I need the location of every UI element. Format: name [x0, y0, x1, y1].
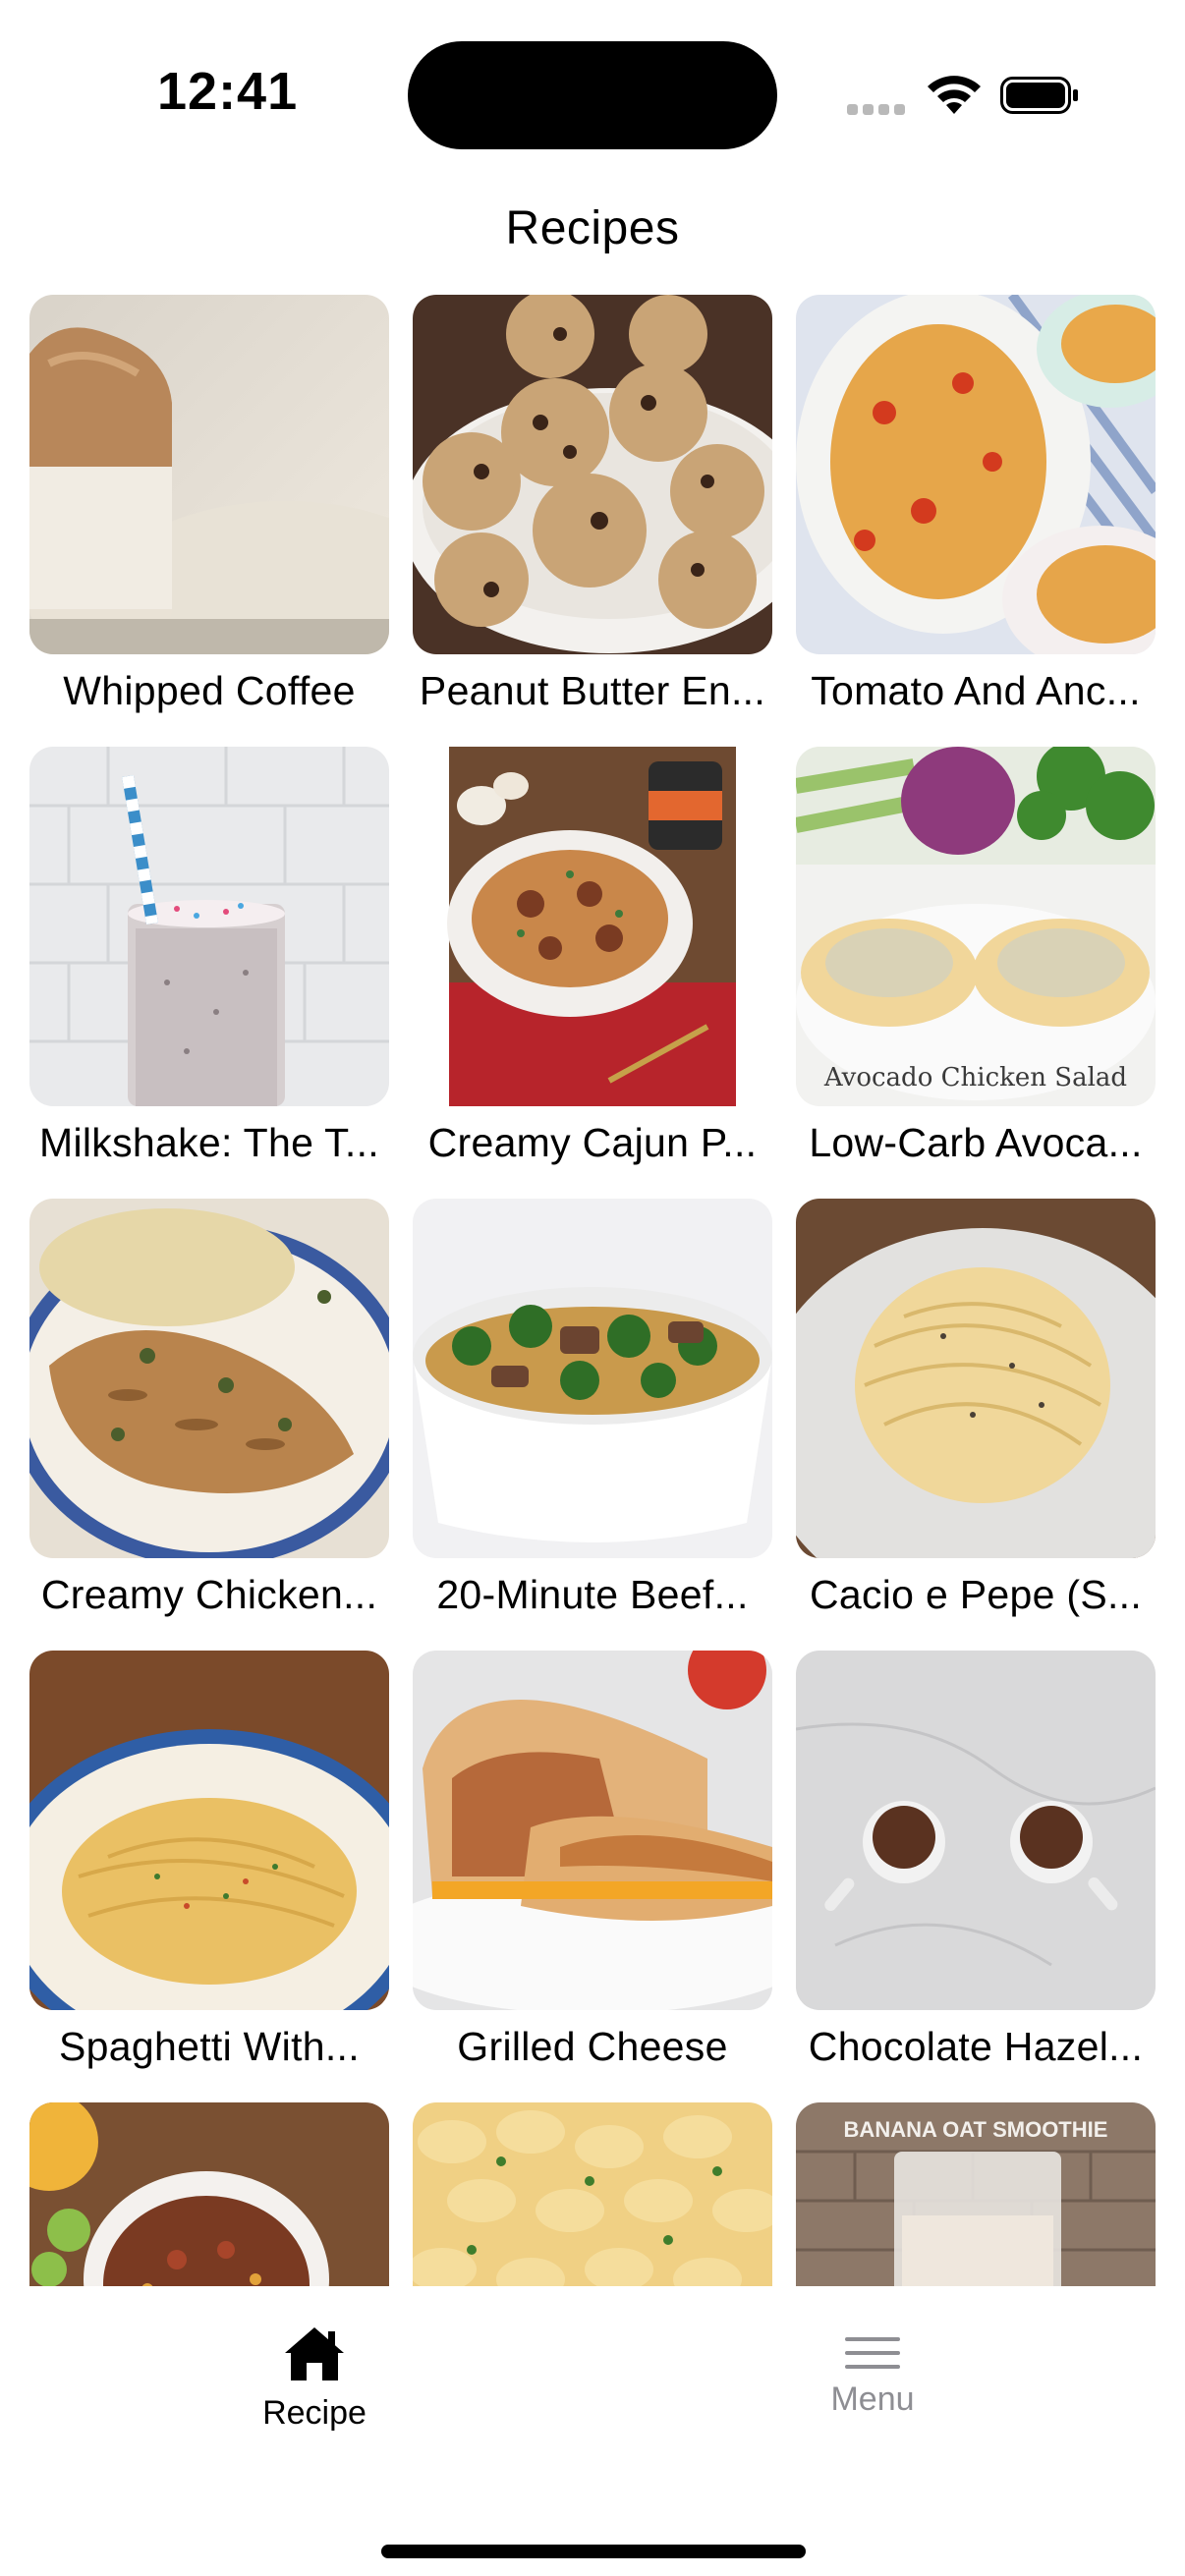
- recipe-card[interactable]: 20-Minute Beef...: [413, 1199, 772, 1631]
- recipe-title: 20-Minute Beef...: [436, 1572, 749, 1617]
- dynamic-island: [408, 41, 777, 149]
- recipe-image: [29, 747, 389, 1106]
- recipe-card[interactable]: [29, 2102, 389, 2286]
- recipe-card[interactable]: [413, 2102, 772, 2286]
- house-icon: [285, 2327, 344, 2380]
- recipe-title: Chocolate Hazel...: [808, 2024, 1144, 2069]
- tab-bar: Recipe Menu: [0, 2286, 1185, 2576]
- recipe-image: [413, 1199, 772, 1558]
- recipe-title: Milkshake: The T...: [39, 1120, 379, 1165]
- recipe-card[interactable]: Whipped Coffee: [29, 295, 389, 727]
- recipe-card[interactable]: Peanut Butter En...: [413, 295, 772, 727]
- cellular-signal-icon: [847, 102, 910, 120]
- image-caption: BANANA OAT SMOOTHIE: [844, 2117, 1108, 2142]
- recipe-title: Tomato And Anc...: [811, 668, 1141, 713]
- recipe-title: Whipped Coffee: [63, 668, 356, 713]
- recipe-card[interactable]: Chocolate Hazel...: [796, 1651, 1156, 2083]
- home-indicator[interactable]: [381, 2545, 806, 2558]
- battery-icon: [1000, 77, 1078, 114]
- hamburger-icon: [845, 2337, 900, 2369]
- recipe-title: Creamy Cajun P...: [427, 1120, 758, 1165]
- recipe-card[interactable]: Avocado Chicken Salad Low-Carb Avoca...: [796, 747, 1156, 1179]
- recipe-card[interactable]: Grilled Cheese: [413, 1651, 772, 2083]
- recipe-title: Peanut Butter En...: [419, 668, 766, 713]
- recipe-title: Spaghetti With...: [59, 2024, 360, 2069]
- recipe-title: Cacio e Pepe (S...: [809, 1572, 1143, 1617]
- recipe-image: BANANA OAT SMOOTHIE: [796, 2102, 1156, 2286]
- recipe-image: [796, 1199, 1156, 1558]
- page-title: Recipes: [505, 202, 680, 254]
- tab-menu[interactable]: Menu: [725, 2325, 1020, 2463]
- image-caption: Avocado Chicken Salad: [823, 1063, 1127, 1092]
- recipe-card[interactable]: BANANA OAT SMOOTHIE: [796, 2102, 1156, 2286]
- recipe-image: [413, 2102, 772, 2286]
- recipe-title: Grilled Cheese: [457, 2024, 728, 2069]
- wifi-icon: [928, 76, 981, 114]
- recipe-image: [413, 1651, 772, 2010]
- status-bar: 12:41: [0, 0, 1185, 177]
- tab-menu-label: Menu: [830, 2380, 915, 2418]
- tab-recipe[interactable]: Recipe: [167, 2325, 462, 2463]
- recipe-image: Avocado Chicken Salad: [796, 747, 1156, 1106]
- recipe-card[interactable]: Spaghetti With...: [29, 1651, 389, 2083]
- recipe-card[interactable]: Creamy Cajun P...: [413, 747, 772, 1179]
- recipe-card[interactable]: Milkshake: The T...: [29, 747, 389, 1179]
- recipe-image: [29, 2102, 389, 2286]
- recipe-image: [413, 747, 772, 1106]
- recipe-title: Creamy Chicken...: [40, 1572, 378, 1617]
- status-time: 12:41: [157, 62, 299, 121]
- recipe-card[interactable]: Tomato And Anc...: [796, 295, 1156, 727]
- recipe-card[interactable]: Cacio e Pepe (S...: [796, 1199, 1156, 1631]
- recipe-image: [796, 1651, 1156, 2010]
- recipe-card[interactable]: Creamy Chicken...: [29, 1199, 389, 1631]
- recipe-image: [413, 295, 772, 654]
- tab-recipe-label: Recipe: [262, 2394, 367, 2432]
- recipe-grid[interactable]: Whipped Coffee Peanut Butter En... Tomat…: [0, 295, 1185, 2286]
- recipe-image: [29, 1651, 389, 2010]
- recipe-image: [29, 295, 389, 654]
- recipe-image: [796, 295, 1156, 654]
- recipe-image: [29, 1199, 389, 1558]
- recipe-title: Low-Carb Avoca...: [809, 1120, 1143, 1165]
